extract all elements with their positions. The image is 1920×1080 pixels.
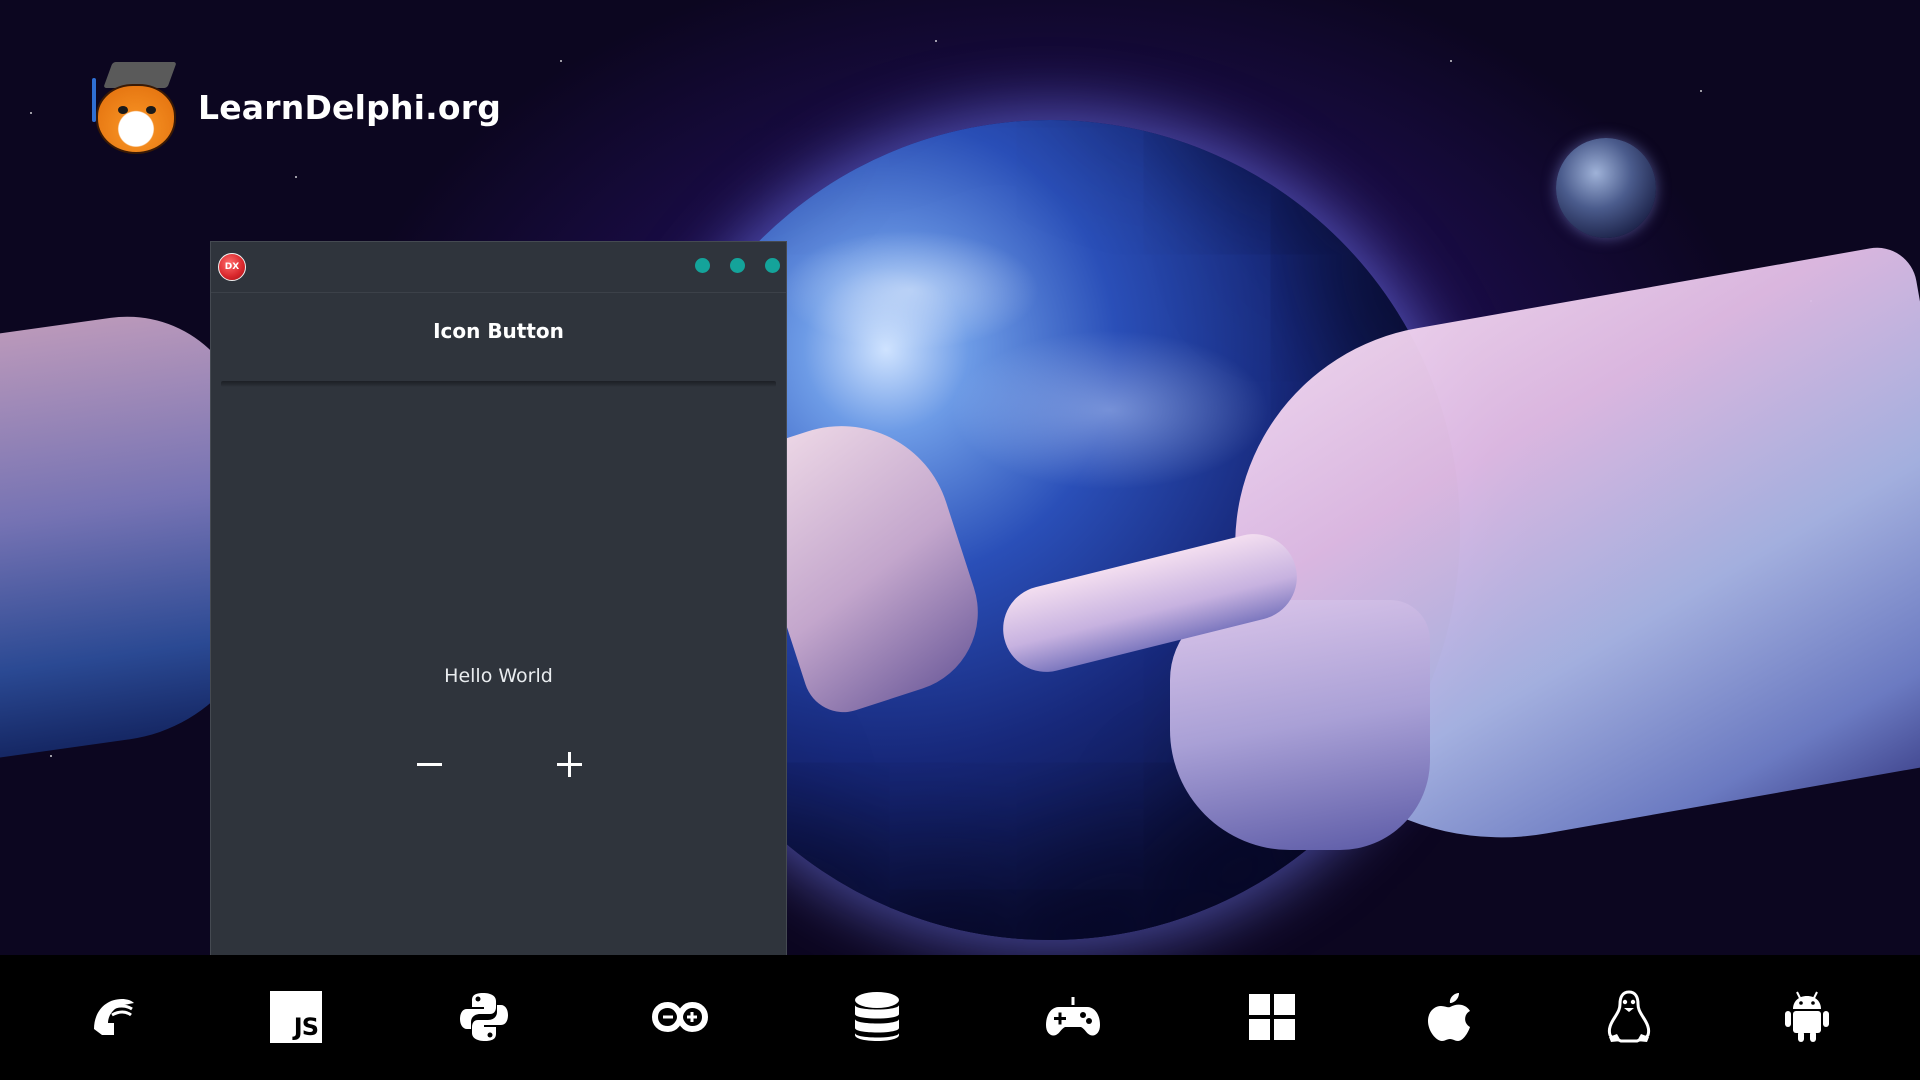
planet-cloud xyxy=(780,230,1040,350)
delphi-helmet-icon[interactable] xyxy=(80,985,144,1049)
right-astronaut-hand xyxy=(1170,600,1430,850)
tiger-face xyxy=(96,84,176,154)
linux-tux-icon[interactable] xyxy=(1597,985,1661,1049)
minus-icon xyxy=(417,763,442,766)
star xyxy=(560,60,562,62)
toolbar: Icon Button xyxy=(211,293,786,369)
plus-icon-vertical xyxy=(568,752,571,777)
star xyxy=(50,755,52,757)
decrement-button[interactable] xyxy=(407,742,451,786)
js-text: JS xyxy=(293,1013,319,1041)
site-name: LearnDelphi.org xyxy=(198,87,502,127)
page-title: Icon Button xyxy=(433,319,564,343)
tiger-eye xyxy=(118,106,128,114)
javascript-icon[interactable]: JS xyxy=(264,985,328,1049)
apple-icon[interactable] xyxy=(1418,985,1482,1049)
minimize-dot[interactable] xyxy=(695,258,710,273)
tiger-mascot-icon xyxy=(86,62,182,154)
learndelphi-logo: LearnDelphi.org xyxy=(86,62,502,154)
moon xyxy=(1556,138,1656,238)
close-dot[interactable] xyxy=(765,258,780,273)
app-window: DX Icon Button Hello World xyxy=(211,242,786,955)
star xyxy=(1450,60,1452,62)
star xyxy=(1700,90,1702,92)
gamepad-icon[interactable] xyxy=(1041,985,1105,1049)
hello-label: Hello World xyxy=(444,665,553,687)
toolbar-divider xyxy=(221,381,776,387)
delphi-app-icon[interactable]: DX xyxy=(218,253,246,281)
planet-cloud xyxy=(950,330,1270,490)
android-icon[interactable] xyxy=(1775,985,1839,1049)
increment-button[interactable] xyxy=(547,742,591,786)
star xyxy=(295,176,297,178)
maximize-dot[interactable] xyxy=(730,258,745,273)
python-icon[interactable] xyxy=(452,985,516,1049)
js-box: JS xyxy=(270,991,322,1043)
star xyxy=(935,40,937,42)
window-controls xyxy=(695,258,780,273)
window-titlebar[interactable]: DX xyxy=(211,242,786,293)
windows-icon[interactable] xyxy=(1240,985,1304,1049)
arduino-icon[interactable] xyxy=(648,985,712,1049)
tiger-eye xyxy=(146,106,156,114)
database-icon[interactable] xyxy=(845,985,909,1049)
star xyxy=(30,112,32,114)
technology-bar: JS xyxy=(0,955,1920,1080)
